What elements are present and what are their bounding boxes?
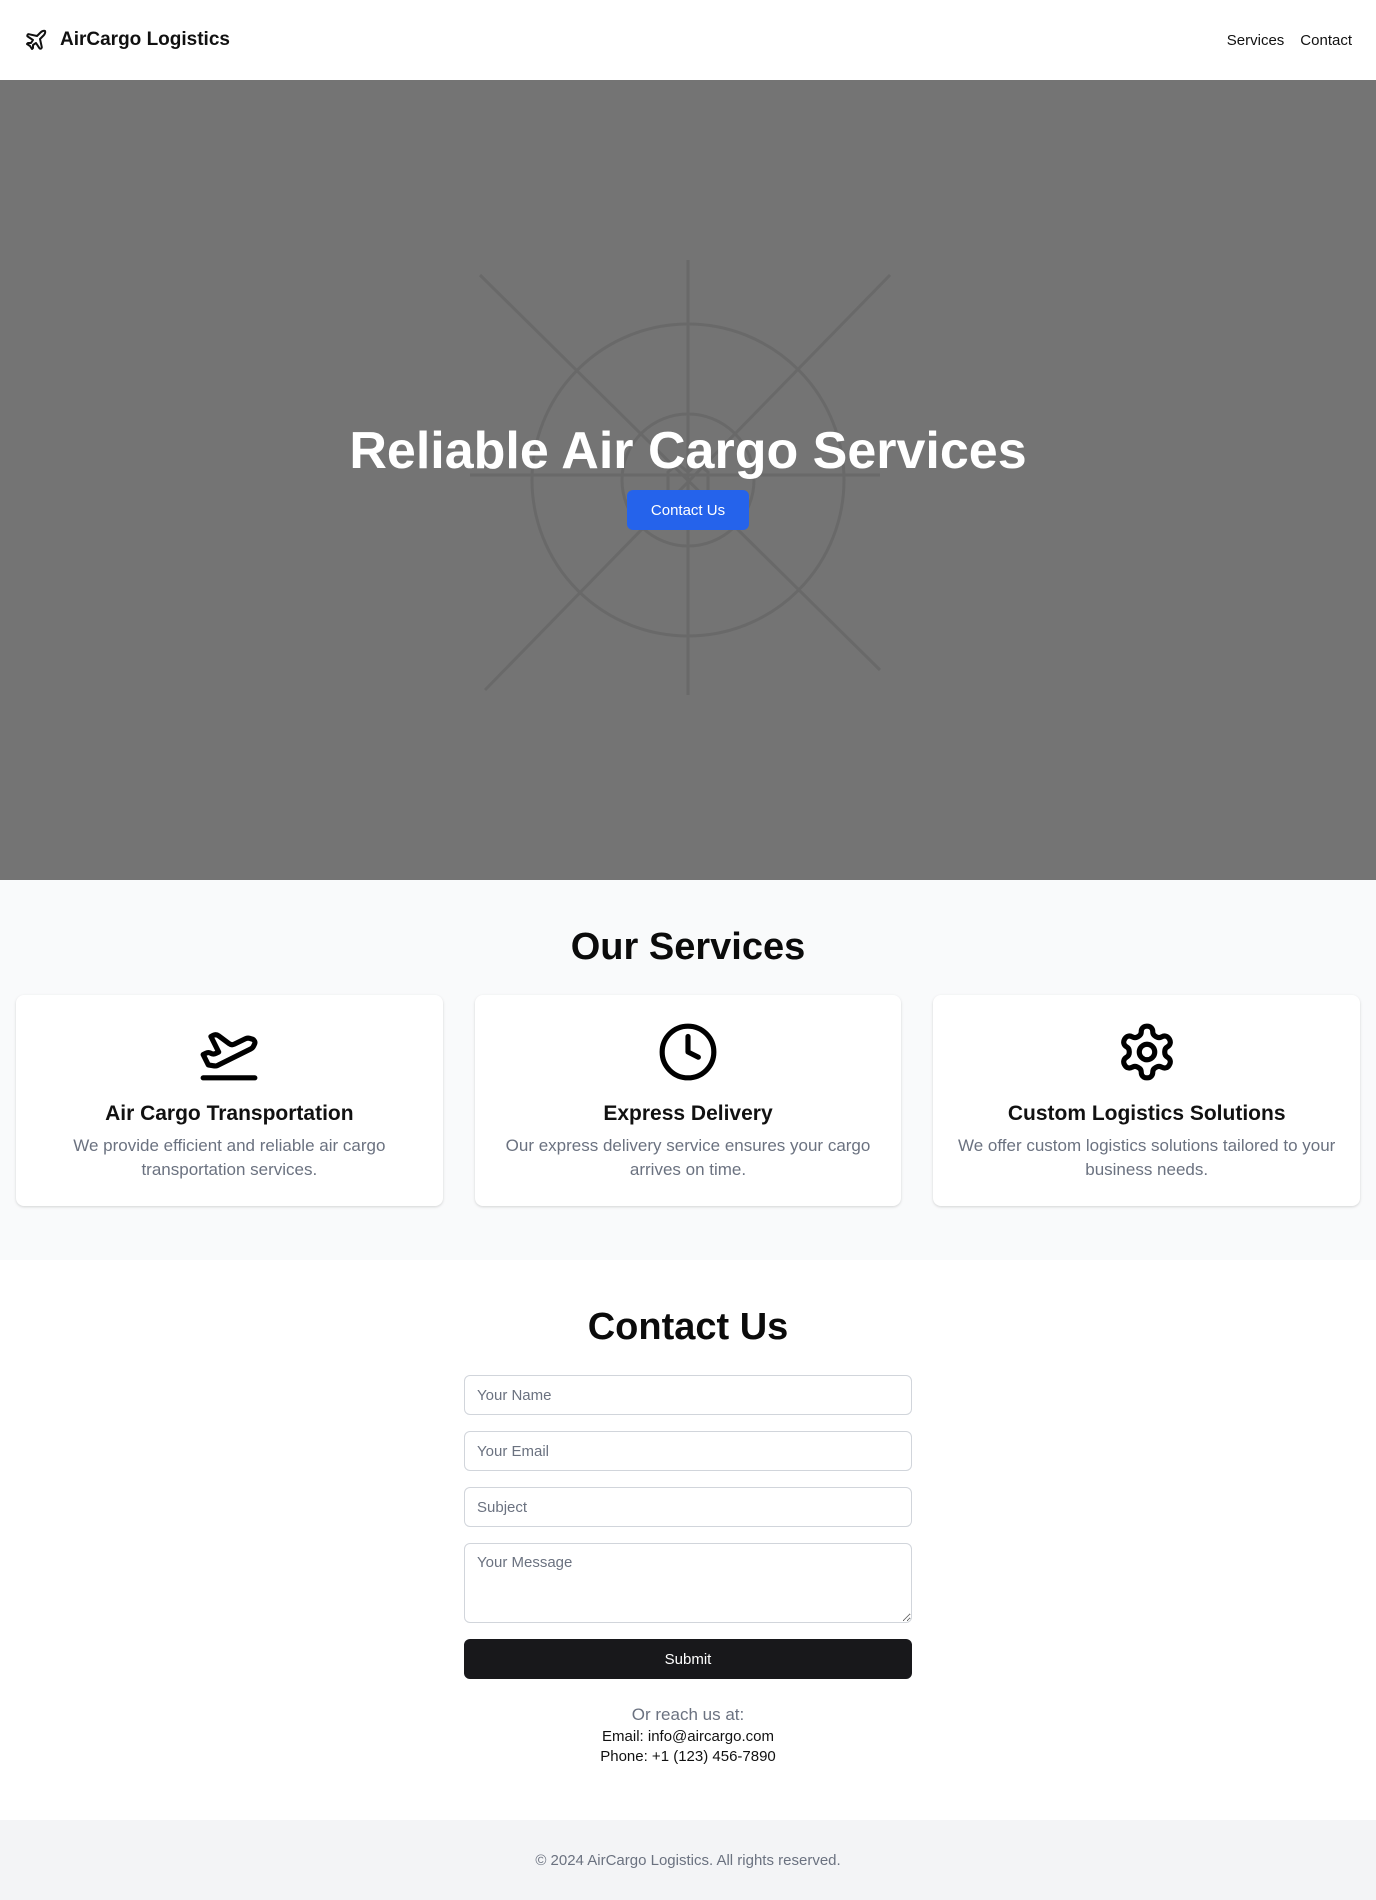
nav-link-contact[interactable]: Contact <box>1300 32 1352 49</box>
brand[interactable]: AirCargo Logistics <box>24 28 230 52</box>
service-card-text: We provide efficient and reliable air ca… <box>73 1136 386 1179</box>
hero-content: Reliable Air Cargo Services Contact Us <box>0 420 1376 531</box>
gear-icon <box>1116 1021 1178 1083</box>
clock-icon <box>657 1021 719 1083</box>
copyright-text: © 2024 AirCargo Logistics. All rights re… <box>535 1851 841 1869</box>
reach-us-heading: Or reach us at: <box>631 1705 745 1724</box>
service-card-air-cargo: Air Cargo Transportation We provide effi… <box>16 995 443 1206</box>
contact-title: Contact Us <box>587 1306 789 1348</box>
hero-section: Reliable Air Cargo Services Contact Us <box>0 80 1376 880</box>
services-section: Our Services Air Cargo Transportation We… <box>0 880 1376 1260</box>
subject-input[interactable] <box>464 1487 912 1527</box>
reach-us-info: Or reach us at: Email: info@aircargo.com… <box>0 1705 1376 1767</box>
contact-phone: Phone: +1 (123) 456-7890 <box>600 1748 776 1765</box>
plane-takeoff-icon <box>198 1021 260 1083</box>
site-header: AirCargo Logistics Services Contact <box>0 0 1376 80</box>
plane-icon <box>24 28 48 52</box>
main-nav: Services Contact <box>1227 32 1352 49</box>
brand-name: AirCargo Logistics <box>60 29 230 50</box>
service-card-title: Custom Logistics Solutions <box>1007 1102 1286 1125</box>
services-title: Our Services <box>570 926 806 968</box>
service-card-text: Our express delivery service ensures you… <box>505 1136 871 1179</box>
service-card-custom: Custom Logistics Solutions We offer cust… <box>933 995 1361 1206</box>
service-cards: Air Cargo Transportation We provide effi… <box>0 995 1376 1206</box>
message-textarea[interactable] <box>464 1543 912 1623</box>
contact-form: Submit <box>464 1375 912 1679</box>
email-input[interactable] <box>464 1431 912 1471</box>
service-card-title: Express Delivery <box>603 1102 773 1125</box>
contact-email: Email: info@aircargo.com <box>602 1728 774 1745</box>
hero-title: Reliable Air Cargo Services <box>349 422 1027 480</box>
service-card-title: Air Cargo Transportation <box>105 1102 354 1125</box>
service-card-text: We offer custom logistics solutions tail… <box>958 1136 1336 1179</box>
nav-link-services[interactable]: Services <box>1227 32 1285 49</box>
service-card-express: Express Delivery Our express delivery se… <box>474 995 902 1206</box>
name-input[interactable] <box>464 1375 912 1415</box>
submit-button[interactable]: Submit <box>464 1639 912 1679</box>
site-footer: © 2024 AirCargo Logistics. All rights re… <box>0 1820 1376 1900</box>
contact-us-button[interactable]: Contact Us <box>627 490 749 531</box>
contact-section: Contact Us Submit Or reach us at: Email:… <box>0 1260 1376 1820</box>
